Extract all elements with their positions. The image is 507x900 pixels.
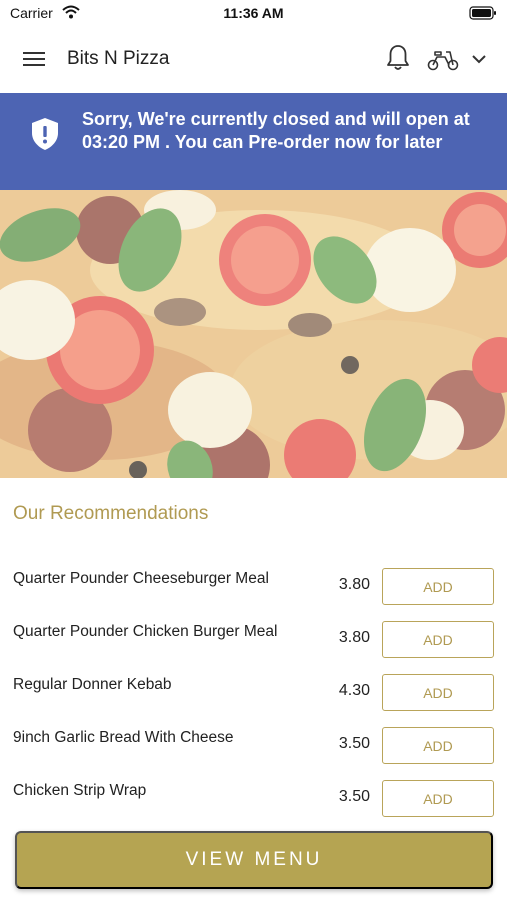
clock: 11:36 AM <box>223 5 284 21</box>
item-price: 3.50 <box>338 788 370 805</box>
scooter-icon[interactable] <box>426 46 460 72</box>
bell-icon[interactable] <box>384 43 412 73</box>
item-name: Quarter Pounder Cheeseburger Meal <box>13 570 269 587</box>
item-name: Regular Donner Kebab <box>13 676 172 693</box>
add-button[interactable]: ADD <box>382 568 494 605</box>
status-bar: Carrier 11:36 AM <box>0 0 507 26</box>
closed-notice-banner: Sorry, We're currently closed and will o… <box>0 93 507 190</box>
hero-image <box>0 190 507 478</box>
view-menu-button[interactable]: VIEW MENU <box>15 831 493 889</box>
hero-overlay <box>0 190 507 478</box>
item-price: 4.30 <box>338 682 370 699</box>
list-item: 9inch Garlic Bread With Cheese 3.50 ADD <box>0 719 507 772</box>
list-item: Chicken Strip Wrap 3.50 ADD <box>0 772 507 825</box>
item-price: 3.50 <box>338 735 370 752</box>
list-item: Quarter Pounder Chicken Burger Meal 3.80… <box>0 613 507 666</box>
add-button[interactable]: ADD <box>382 674 494 711</box>
item-price: 3.80 <box>338 629 370 646</box>
closed-message: Sorry, We're currently closed and will o… <box>82 109 470 152</box>
list-item: Quarter Pounder Cheeseburger Meal 3.80 A… <box>0 560 507 613</box>
battery-icon <box>469 6 497 25</box>
recommendations-title: Our Recommendations <box>13 503 209 524</box>
recommendations-list: Quarter Pounder Cheeseburger Meal 3.80 A… <box>0 560 507 825</box>
item-price: 3.80 <box>338 576 370 593</box>
item-name: Chicken Strip Wrap <box>13 782 147 799</box>
restaurant-title: Bits N Pizza <box>67 48 170 69</box>
item-name: Quarter Pounder Chicken Burger Meal <box>13 623 278 640</box>
shield-alert-icon <box>31 117 59 151</box>
menu-icon[interactable] <box>20 46 48 72</box>
add-button[interactable]: ADD <box>382 727 494 764</box>
app-header: Bits N Pizza <box>0 26 507 92</box>
item-name: 9inch Garlic Bread With Cheese <box>13 729 234 746</box>
list-item: Regular Donner Kebab 4.30 ADD <box>0 666 507 719</box>
add-button[interactable]: ADD <box>382 780 494 817</box>
chevron-down-icon[interactable] <box>470 50 488 68</box>
add-button[interactable]: ADD <box>382 621 494 658</box>
